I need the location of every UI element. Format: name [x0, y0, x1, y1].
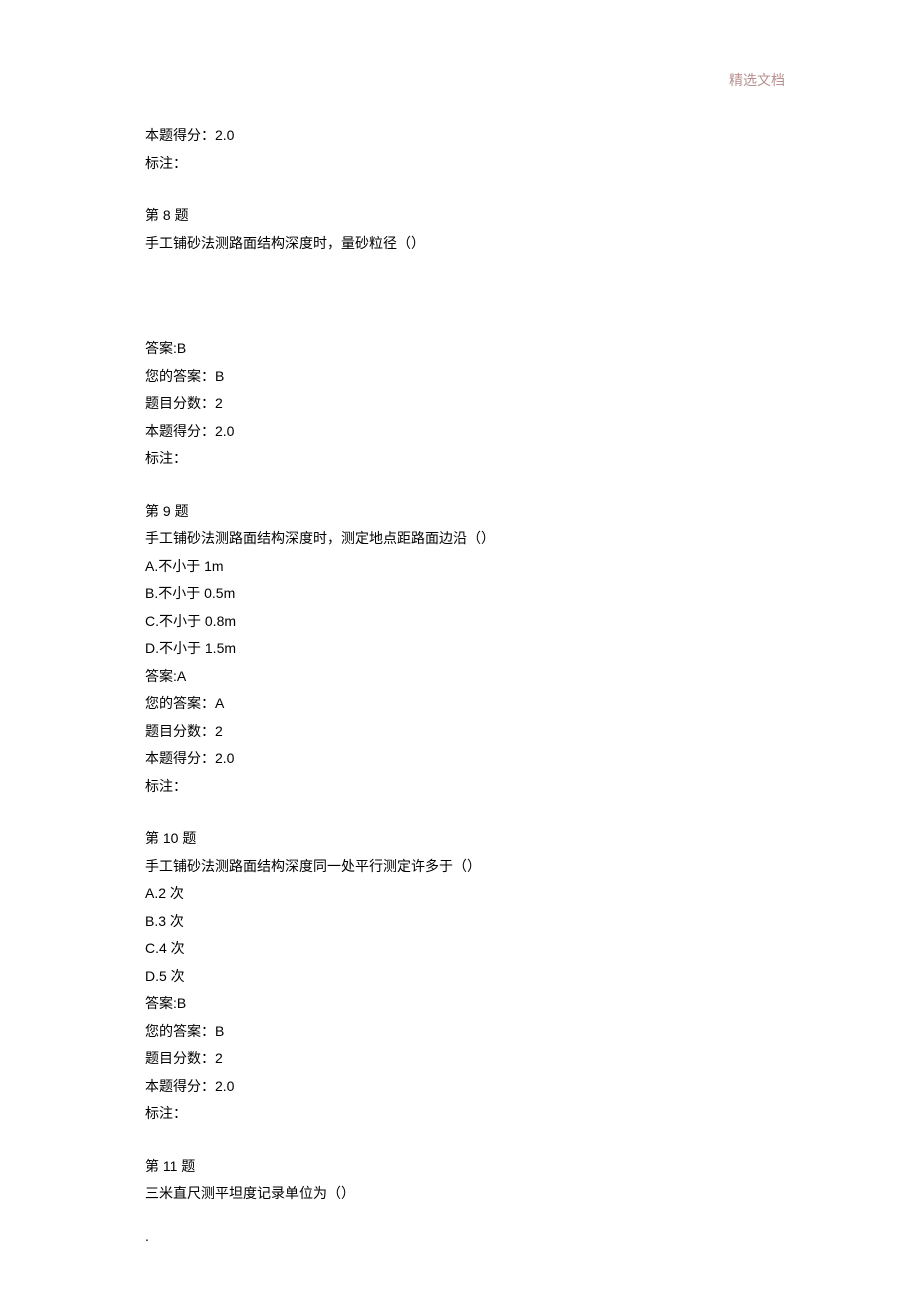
q10-option-d: D.5 次: [145, 963, 785, 991]
q9-option-b: B.不小于 0.5m: [145, 580, 785, 608]
q8-obtained-score: 本题得分：2.0: [145, 418, 785, 446]
q9-answer: 答案:A: [145, 663, 785, 691]
watermark-text: 精选文档: [729, 70, 785, 90]
q11-stem: 三米直尺测平坦度记录单位为（）: [145, 1180, 785, 1208]
q9-your-answer: 您的答案：A: [145, 690, 785, 718]
q9-option-c: C.不小于 0.8m: [145, 608, 785, 636]
q10-stem: 手工铺砂法测路面结构深度同一处平行测定许多于（）: [145, 853, 785, 881]
q9-stem: 手工铺砂法测路面结构深度时，测定地点距路面边沿（）: [145, 525, 785, 553]
q10-question-score: 题目分数：2: [145, 1045, 785, 1073]
q7-obtained-score: 本题得分：2.0: [145, 122, 785, 150]
q9-title: 第 9 题: [145, 498, 785, 526]
q10-answer: 答案:B: [145, 990, 785, 1018]
q8-stem: 手工铺砂法测路面结构深度时，量砂粒径（）: [145, 230, 785, 258]
q9-note-label: 标注：: [145, 773, 785, 801]
q9-option-d: D.不小于 1.5m: [145, 635, 785, 663]
q10-option-c: C.4 次: [145, 935, 785, 963]
q8-question-score: 题目分数：2: [145, 390, 785, 418]
q10-note-label: 标注：: [145, 1100, 785, 1128]
q9-option-a: A.不小于 1m: [145, 553, 785, 581]
q10-obtained-score: 本题得分：2.0: [145, 1073, 785, 1101]
document-body: 本题得分：2.0 标注： 第 8 题 手工铺砂法测路面结构深度时，量砂粒径（） …: [145, 122, 785, 1208]
q10-your-answer: 您的答案：B: [145, 1018, 785, 1046]
q10-option-a: A.2 次: [145, 880, 785, 908]
q7-note-label: 标注：: [145, 150, 785, 178]
q8-title: 第 8 题: [145, 202, 785, 230]
q10-title: 第 10 题: [145, 825, 785, 853]
q11-title: 第 11 题: [145, 1153, 785, 1181]
q9-question-score: 题目分数：2: [145, 718, 785, 746]
footer-dot: .: [145, 1228, 149, 1244]
q9-obtained-score: 本题得分：2.0: [145, 745, 785, 773]
q8-note-label: 标注：: [145, 445, 785, 473]
q8-your-answer: 您的答案：B: [145, 363, 785, 391]
q10-option-b: B.3 次: [145, 908, 785, 936]
q8-answer: 答案:B: [145, 335, 785, 363]
